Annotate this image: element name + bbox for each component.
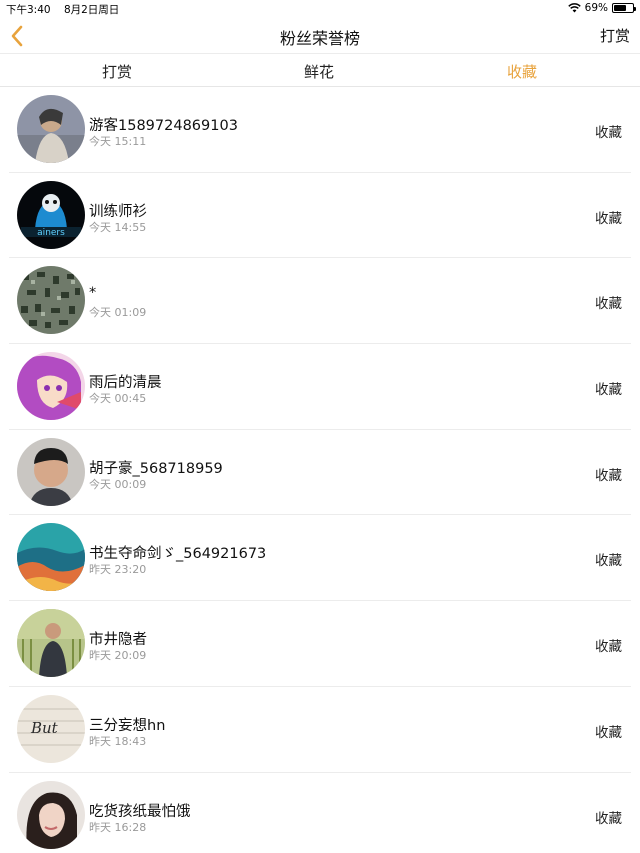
user-name: 市井隐者 [89,632,147,649]
avatar [17,609,85,678]
svg-text:But: But [30,719,59,737]
battery-percent: 69% [584,2,608,14]
gift-type: 收藏 [595,210,622,227]
avatar [17,266,85,335]
timestamp: 今天 14:55 [89,220,147,234]
reward-button[interactable]: 打赏 [600,25,630,46]
user-name: * [89,285,97,302]
user-name: 书生夺命剑ゞ_564921673 [89,546,267,563]
timestamp: 昨天 18:43 [89,734,147,748]
page-title: 粉丝荣誉榜 [279,29,360,48]
gift-type: 收藏 [595,382,622,399]
gift-type: 收藏 [595,467,622,484]
user-name: 训练师衫 [89,203,147,220]
timestamp: 今天 00:45 [89,392,147,406]
list-item[interactable]: But 三分妄想hn 昨天 18:43 收藏 [9,687,631,773]
list-item[interactable]: * 今天 01:09 收藏 [9,258,631,345]
user-name: 雨后的清晨 [89,375,162,392]
status-bar: 下午3:40 8月2日周日 69% [0,0,640,18]
tab-flowers[interactable]: 鲜花 [279,61,359,82]
status-date: 8月2日周日 [63,4,120,16]
tab-favorites[interactable]: 收藏 [482,61,562,82]
svg-text:ainers: ainers [37,228,65,238]
avatar [17,352,85,421]
list-item[interactable]: 吃货孩纸最怕饿 昨天 16:28 收藏 [9,773,631,853]
timestamp: 今天 15:11 [89,135,147,148]
avatar: ainers [17,180,85,249]
list-item[interactable]: 雨后的清晨 今天 00:45 收藏 [9,344,631,430]
list-item[interactable]: 游客1589724869103 今天 15:11 收藏 [9,87,631,173]
battery-icon [612,3,636,13]
user-name: 胡子豪_568718959 [89,460,223,477]
timestamp: 今天 01:09 [89,306,147,320]
gift-type: 收藏 [595,810,622,827]
status-right: 69% [567,2,636,14]
user-name: 吃货孩纸最怕饿 [89,803,191,820]
gift-type: 收藏 [595,724,622,741]
status-left: 下午3:40 8月2日周日 [6,2,129,17]
avatar [17,95,85,163]
timestamp: 今天 00:09 [89,477,147,491]
gift-type: 收藏 [595,639,622,656]
nav-bar: 粉丝荣誉榜 打赏 [0,18,640,54]
list-item[interactable]: 市井隐者 昨天 20:09 收藏 [9,601,631,687]
fan-list: 游客1589724869103 今天 15:11 收藏 ainers 训练师衫 … [0,87,640,853]
tab-reward[interactable]: 打赏 [77,61,157,82]
user-name: 游客1589724869103 [89,118,238,134]
list-item[interactable]: ainers 训练师衫 今天 14:55 收藏 [9,173,631,259]
avatar [17,780,85,849]
status-time: 下午3:40 [6,4,51,16]
tab-bar: 打赏 鲜花 收藏 [0,55,640,87]
avatar [17,523,85,592]
battery-level [614,5,627,11]
avatar: But [17,694,85,763]
gift-type: 收藏 [595,553,622,570]
wifi-icon [567,3,581,13]
gift-type: 收藏 [595,296,622,313]
timestamp: 昨天 20:09 [89,649,147,663]
timestamp: 昨天 16:28 [89,820,147,834]
gift-type: 收藏 [595,125,622,141]
avatar [17,437,85,506]
list-item[interactable]: 书生夺命剑ゞ_564921673 昨天 23:20 收藏 [9,515,631,602]
user-name: 三分妄想hn [89,717,166,734]
list-item[interactable]: 胡子豪_568718959 今天 00:09 收藏 [9,430,631,516]
timestamp: 昨天 23:20 [89,563,147,577]
